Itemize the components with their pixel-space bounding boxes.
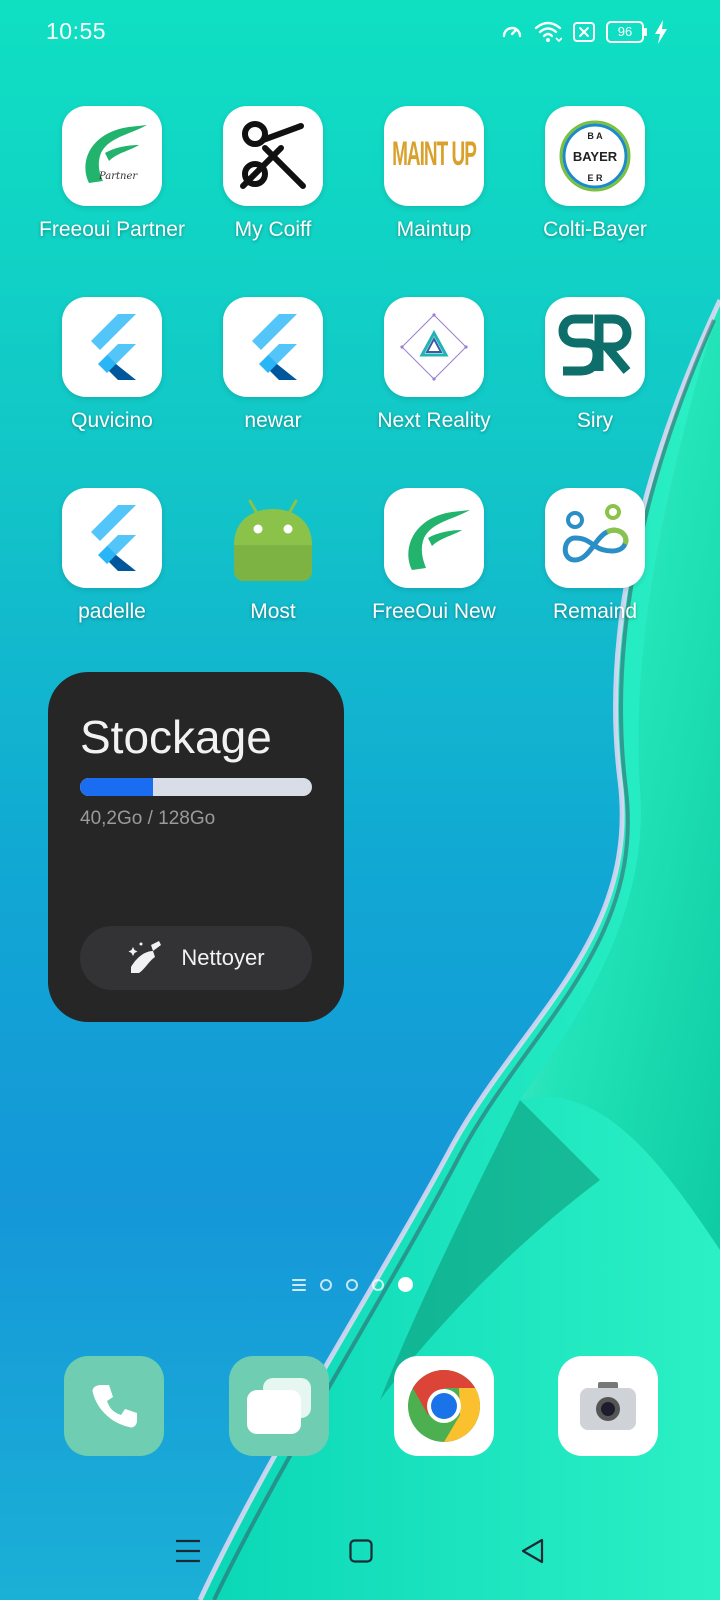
messages-icon [247,1378,311,1434]
app-label: Colti-Bayer [543,218,647,241]
app-label: Freeoui Partner [39,218,185,241]
freeoui-partner-logo-text: Partner [98,171,138,182]
page-indicator[interactable] [292,1277,413,1292]
storage-progress-fill [80,778,153,796]
storage-progress-bar [80,778,312,796]
nav-home-button[interactable] [349,1538,373,1569]
phone-icon [92,1385,137,1428]
clean-button-label: Nettoyer [181,945,265,970]
app-label: Remaind [552,600,638,623]
clock: 10:55 [46,18,107,44]
app-label: Most [250,600,296,623]
page-dot[interactable] [372,1278,384,1291]
app-label: FreeOui New [372,600,496,623]
app-label: My Coiff [234,218,312,241]
clean-button[interactable]: Nettoyer [80,926,312,990]
svg-text:E R: E R [587,173,603,183]
dock-chrome[interactable] [394,1356,494,1456]
dock-camera[interactable] [558,1356,658,1456]
sr-monogram-icon [545,297,645,397]
app-drawer-icon[interactable] [292,1278,306,1291]
battery-icon: 96 [606,21,647,43]
bayer-cross-icon: BAYER B A E R [545,106,645,206]
page-dot[interactable] [320,1278,332,1291]
app-quvicino[interactable]: Quvicino [32,297,192,434]
data-saver-icon [502,26,522,38]
storage-usage-text: 40,2Go / 128Go [80,808,216,829]
app-label: Quvicino [71,409,153,432]
app-label: Siry [576,409,614,432]
status-bar: 10:55 96 [0,0,720,64]
home-icon [349,1539,373,1563]
flutter-logo-icon [62,488,162,588]
android-logo-icon [223,488,323,588]
app-label: newar [244,409,302,432]
app-most[interactable]: Most [193,488,353,625]
app-siry[interactable]: Siry [515,297,675,434]
freeoui-partner-logo-icon: Partner [62,106,162,206]
flutter-logo-icon [223,297,323,397]
flutter-logo-icon [62,297,162,397]
wifi-icon [534,21,562,43]
sim-disabled-icon [573,22,595,42]
app-label: Next Reality [377,409,491,432]
nav-back-button[interactable] [520,1538,546,1569]
next-reality-logo-icon [384,297,484,397]
charging-bolt-icon [655,20,667,44]
dock-phone[interactable] [64,1356,164,1456]
maintup-logo-text: MAINT UP [392,136,477,174]
svg-text:B A: B A [587,131,603,141]
storage-widget[interactable]: Stockage 40,2Go / 128Go Nettoyer [48,672,344,1022]
menu-icon [176,1539,200,1563]
nav-menu-button[interactable] [175,1538,201,1569]
page-dot[interactable] [346,1278,358,1291]
app-colti-bayer[interactable]: BAYER B A E R Colti-Bayer [515,106,675,243]
chrome-icon [408,1370,481,1442]
remaind-logo-icon [545,488,645,588]
bayer-logo-text: BAYER [573,149,618,164]
app-label: padelle [78,600,146,623]
page-dot-active[interactable] [398,1277,413,1292]
camera-icon [580,1382,636,1430]
app-maintup[interactable]: MAINT UP Maintup [354,106,514,243]
app-freeoui-partner[interactable]: Partner Freeoui Partner [32,106,192,243]
app-my-coiff[interactable]: My Coiff [193,106,353,243]
scissors-icon [223,106,323,206]
widget-title: Stockage [80,711,272,763]
app-freeoui-new[interactable]: FreeOui New [354,488,514,625]
broom-sparkle-icon [128,941,162,973]
app-padelle[interactable]: padelle [32,488,192,625]
maintup-logo-icon: MAINT UP [384,106,484,206]
freeoui-logo-icon [384,488,484,588]
app-remaind[interactable]: Remaind [515,488,675,625]
back-icon [521,1538,544,1564]
app-label: Maintup [396,218,472,241]
dock-messages[interactable] [229,1356,329,1456]
app-newar[interactable]: newar [193,297,353,434]
app-next-reality[interactable]: Next Reality [354,297,514,434]
